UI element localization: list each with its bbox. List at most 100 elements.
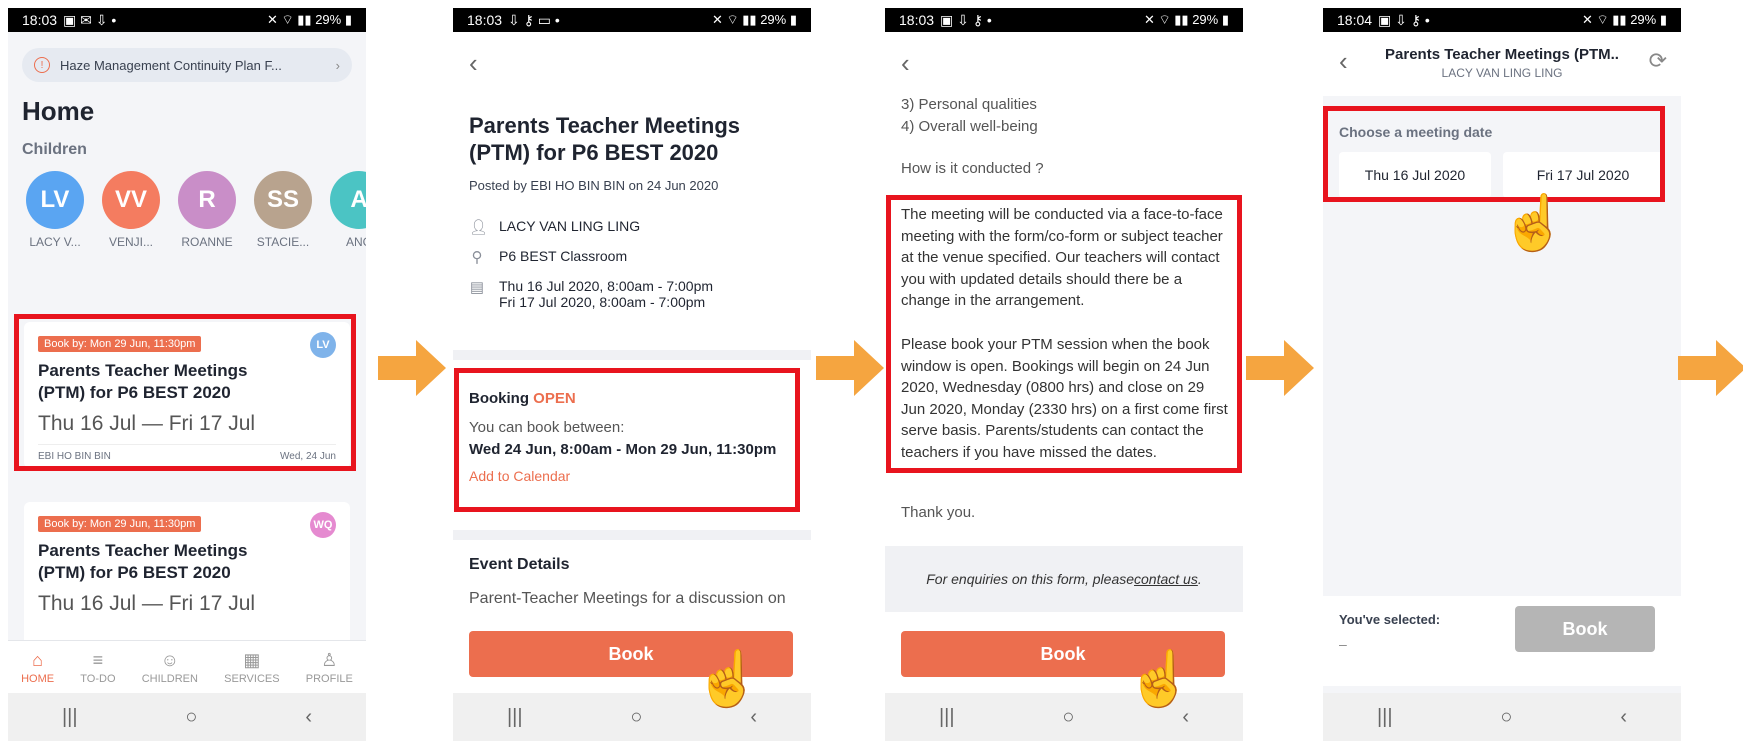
child-avatar-item[interactable]: VV VENJI... <box>98 171 164 249</box>
child-name: LACY V... <box>29 235 81 249</box>
announcement-card[interactable]: Book by: Mon 29 Jun, 11:30pm WQ Parents Te… <box>24 502 350 652</box>
book-button[interactable]: Book <box>1515 606 1655 652</box>
add-to-calendar-link[interactable]: Add to Calendar <box>469 468 789 484</box>
back-icon[interactable]: ‹ <box>901 48 910 79</box>
booking-window: Wed 24 Jun, 8:00am - Mon 29 Jun, 11:30pm <box>469 441 777 458</box>
date-option-thu[interactable]: Thu 16 Jul 2020 <box>1339 152 1491 198</box>
desc-thank-you: Thank you. <box>901 504 976 521</box>
desc-line-personal-qualities: 3) Personal qualities <box>901 96 1037 113</box>
booking-section: Booking OPEN You can book between: Wed 2… <box>469 390 789 484</box>
card-dates: Thu 16 Jul — Fri 17 Jul <box>38 412 256 435</box>
home-nav-icon[interactable]: ○ <box>630 706 642 729</box>
event-date-2: Fri 17 Jul 2020, 8:00am - 7:00pm <box>499 294 706 310</box>
booking-label: Booking <box>469 390 529 407</box>
child-name: VENJI... <box>108 235 153 249</box>
tap-hand-icon: ☝ <box>1500 193 1568 253</box>
child-avatar-item[interactable]: SS STACIE... <box>250 171 316 249</box>
avatar: LV <box>26 171 84 229</box>
card-author: EBI HO BIN BIN <box>38 451 111 462</box>
book-by-tag: Book by: Mon 29 Jun, 11:30pm <box>38 516 202 532</box>
status-time: 18:04 <box>1337 12 1373 28</box>
book-by-tag: Book by: Mon 29 Jun, 11:30pm <box>38 336 202 352</box>
back-nav-icon[interactable]: ‹ <box>1620 706 1627 729</box>
status-time: 18:03 <box>22 12 58 28</box>
selected-label: You've selected: <box>1339 612 1441 627</box>
tab-profile[interactable]: ♙ PROFILE <box>306 650 353 685</box>
choose-date-label: Choose a meeting date <box>1339 124 1493 140</box>
child-avatar-item[interactable]: R ROANNE <box>174 171 240 249</box>
event-meta: 👤︎ LACY VAN LING LING ⚲ P6 BEST Classroom … <box>469 206 713 322</box>
tab-icon: ▦ <box>243 649 261 670</box>
notification-icons: ⇩ ⚷ ▭ • <box>508 11 560 28</box>
desc-how-conducted: How is it conducted ? <box>901 160 1044 177</box>
event-title: Parents Teacher Meetings (PTM) for P6 BE… <box>469 113 741 165</box>
status-battery: ✕ ⌔ ▮▮ 29% ▮ <box>1581 12 1667 27</box>
card-title: Parents Teacher Meetings (PTM) for P6 BE… <box>38 361 248 402</box>
header-title: Parents Teacher Meetings (PTM.. <box>1385 46 1619 63</box>
info-icon: ! <box>34 57 50 73</box>
home-nav-icon[interactable]: ○ <box>185 706 197 729</box>
tab-to-do[interactable]: ≡ TO-DO <box>80 650 115 685</box>
children-list: LV LACY V... VV VENJI... R ROANNE SS STACIE... A… <box>22 171 366 249</box>
android-nav-bar: ||| ○ ‹ <box>8 693 366 741</box>
status-bar: 18:03 ▣ ✉ ⇩ • ✕ ⌔ ▮▮ 29% ▮ <box>8 8 366 32</box>
tab-icon: ♙ <box>321 649 338 670</box>
recent-apps-icon[interactable]: ||| <box>1377 706 1393 729</box>
notification-icons: ▣ ⇩ ⚷ • <box>940 11 992 28</box>
recent-apps-icon[interactable]: ||| <box>939 706 955 729</box>
tab-label: SERVICES <box>224 672 280 685</box>
desc-line-well-being: 4) Overall well-being <box>901 118 1038 135</box>
status-battery: ✕ ⌔ ▮▮ 29% ▮ <box>1143 12 1229 27</box>
recent-apps-icon[interactable]: ||| <box>62 706 78 729</box>
announcement-card[interactable]: Book by: Mon 29 Jun, 11:30pm LV Parents Te… <box>24 322 350 468</box>
date-option-fri[interactable]: Fri 17 Jul 2020 <box>1503 152 1663 198</box>
event-details-text: Parent-Teacher Meetings for a discussion… <box>469 590 786 607</box>
status-time: 18:03 <box>467 12 503 28</box>
tab-home[interactable]: ⌂ HOME <box>21 650 54 685</box>
enquiry-box: For enquiries on this form, please conta… <box>885 546 1243 612</box>
back-icon[interactable]: ‹ <box>469 48 478 79</box>
back-nav-icon[interactable]: ‹ <box>305 706 312 729</box>
person-icon: 👤︎ <box>469 219 489 236</box>
phone-event-description: 18:03 ▣ ⇩ ⚷ • ✕ ⌔ ▮▮ 29% ▮ ‹ 3) Personal … <box>885 8 1243 741</box>
android-nav-bar: ||| ○ ‹ <box>1323 693 1681 741</box>
status-bar: 18:04 ▣ ⇩ ⚷ • ✕ ⌔ ▮▮ 29% ▮ <box>1323 8 1681 32</box>
location-pin-icon: ⚲ <box>471 249 483 266</box>
selection-footer: You've selected: – Book <box>1323 596 1681 686</box>
book-between-label: You can book between: <box>469 419 625 436</box>
recent-apps-icon[interactable]: ||| <box>507 706 523 729</box>
selected-value: – <box>1339 636 1347 652</box>
contact-us-link[interactable]: contact us <box>1134 571 1198 587</box>
tab-children[interactable]: ☺ CHILDREN <box>142 650 198 685</box>
arrow-right-icon <box>378 340 446 396</box>
tab-icon: ☺ <box>160 649 180 670</box>
haze-banner[interactable]: ! Haze Management Continuity Plan F... › <box>22 48 352 82</box>
phone-home-screen: 18:03 ▣ ✉ ⇩ • ✕ ⌔ ▮▮ 29% ▮ ! Haze Managem… <box>8 8 366 741</box>
home-nav-icon[interactable]: ○ <box>1500 706 1512 729</box>
arrow-right-icon <box>1246 340 1314 396</box>
home-nav-icon[interactable]: ○ <box>1062 706 1074 729</box>
status-battery: ✕ ⌔ ▮▮ 29% ▮ <box>266 12 352 27</box>
child-name: ANG <box>345 235 366 249</box>
phone-event-details: 18:03 ⇩ ⚷ ▭ • ✕ ⌔ ▮▮ 29% ▮ ‹ Parents Teac… <box>453 8 811 741</box>
page-title: Home <box>22 96 95 126</box>
child-avatar-item[interactable]: LV LACY V... <box>22 171 88 249</box>
card-dates: Thu 16 Jul — Fri 17 Jul <box>38 592 256 615</box>
child-avatar-item[interactable]: A ANG <box>326 171 366 249</box>
status-bar: 18:03 ⇩ ⚷ ▭ • ✕ ⌔ ▮▮ 29% ▮ <box>453 8 811 32</box>
child-name: STACIE... <box>256 235 310 249</box>
header-subtitle: LACY VAN LING LING <box>1441 66 1563 80</box>
banner-text: Haze Management Continuity Plan F... <box>60 57 282 73</box>
tab-icon: ≡ <box>92 649 104 670</box>
status-bar: 18:03 ▣ ⇩ ⚷ • ✕ ⌔ ▮▮ 29% ▮ <box>885 8 1243 32</box>
date-option-label: Fri 17 Jul 2020 <box>1536 167 1630 183</box>
date-option-label: Thu 16 Jul 2020 <box>1364 167 1466 183</box>
status-battery: ✕ ⌔ ▮▮ 29% ▮ <box>711 12 797 27</box>
tab-services[interactable]: ▦ SERVICES <box>224 650 279 685</box>
back-icon[interactable]: ‹ <box>1339 46 1348 77</box>
tab-icon: ⌂ <box>32 649 44 670</box>
refresh-icon[interactable]: ⟳ <box>1649 48 1667 74</box>
venue: P6 BEST Classroom <box>499 248 628 264</box>
child-name: ROANNE <box>181 235 233 249</box>
avatar: A <box>330 171 366 229</box>
